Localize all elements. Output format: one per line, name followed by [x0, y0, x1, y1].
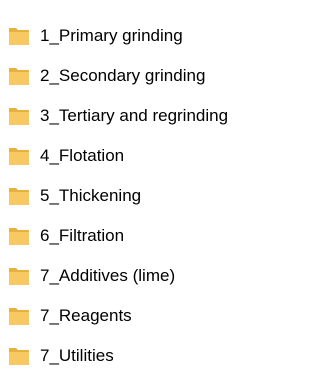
folder-item-filtration[interactable]: 6_Filtration — [8, 216, 308, 256]
folder-item-additives-lime[interactable]: 7_Additives (lime) — [8, 256, 308, 296]
folder-icon — [8, 346, 30, 366]
folder-list: 1_Primary grinding 2_Secondary grinding … — [8, 16, 308, 376]
folder-item-thickening[interactable]: 5_Thickening — [8, 176, 308, 216]
folder-icon — [8, 106, 30, 126]
folder-label: 6_Filtration — [40, 226, 125, 245]
folder-label: 3_Tertiary and regrinding — [40, 106, 229, 125]
folder-item-secondary-grinding[interactable]: 2_Secondary grinding — [8, 56, 308, 96]
folder-item-reagents[interactable]: 7_Reagents — [8, 296, 308, 336]
folder-label: 7_Utilities — [40, 346, 114, 365]
folder-icon — [8, 226, 30, 246]
folder-item-primary-grinding[interactable]: 1_Primary grinding — [8, 16, 308, 56]
folder-icon — [8, 186, 30, 206]
folder-item-flotation[interactable]: 4_Flotation — [8, 136, 308, 176]
folder-label: 2_Secondary grinding — [40, 66, 206, 85]
folder-label: 7_Reagents — [40, 306, 132, 325]
folder-icon — [8, 306, 30, 326]
folder-label: 4_Flotation — [40, 146, 125, 165]
folder-icon — [8, 66, 30, 86]
folder-label: 7_Additives (lime) — [40, 266, 176, 285]
folder-icon — [8, 266, 30, 286]
folder-label: 5_Thickening — [40, 186, 142, 205]
folder-item-utilities[interactable]: 7_Utilities — [8, 336, 308, 376]
folder-icon — [8, 26, 30, 46]
folder-label: 1_Primary grinding — [40, 26, 183, 45]
folder-icon — [8, 146, 30, 166]
folder-item-tertiary-regrinding[interactable]: 3_Tertiary and regrinding — [8, 96, 308, 136]
